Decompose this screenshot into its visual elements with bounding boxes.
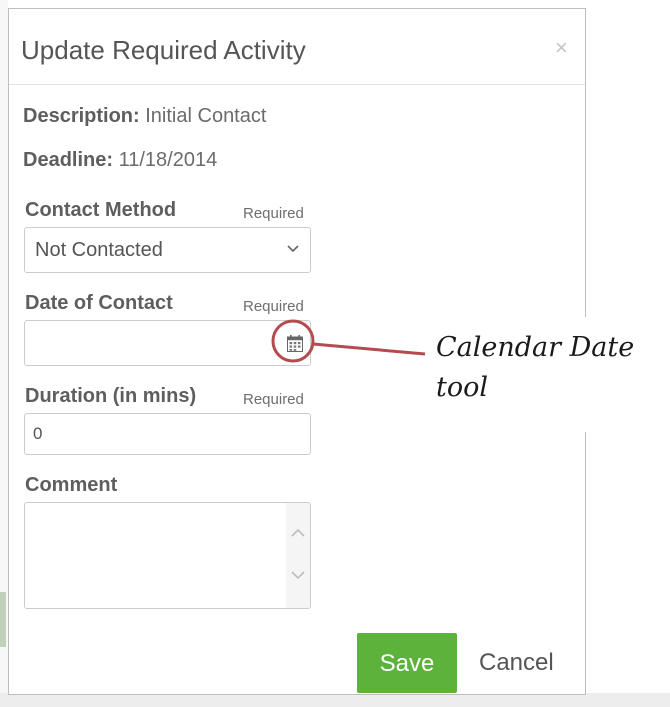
duration-value: 0 (33, 424, 43, 443)
contact-method-label: Contact Method (25, 199, 177, 221)
chevron-down-icon[interactable] (290, 567, 306, 583)
date-of-contact-required: Required (243, 298, 304, 315)
cancel-button[interactable]: Cancel (479, 647, 554, 679)
date-of-contact-label: Date of Contact (25, 292, 173, 314)
deadline-value: 11/18/2014 (118, 149, 218, 171)
save-button[interactable]: Save (357, 633, 457, 693)
deadline-label: Deadline: (23, 149, 114, 171)
modal-title: Update Required Activity (21, 35, 306, 65)
annotation-line-2: tool (436, 372, 488, 403)
annotation-text: Calendar Date tool (436, 328, 670, 408)
contact-method-select[interactable]: Not Contacted (24, 227, 311, 273)
annotation-line-1: Calendar Date (436, 332, 635, 363)
deadline-line: Deadline: 11/18/2014 (23, 148, 217, 172)
duration-label: Duration (in mins) (25, 385, 197, 407)
comment-scrollbar[interactable] (286, 503, 310, 608)
comment-label: Comment (25, 474, 118, 496)
chevron-down-icon (287, 245, 299, 253)
duration-input[interactable]: 0 (24, 413, 311, 455)
background-page-footer (0, 693, 670, 707)
contact-method-value: Not Contacted (35, 239, 163, 261)
description-line: Description: Initial Contact (23, 104, 266, 128)
modal-header: Update Required Activity × (9, 9, 585, 85)
comment-textarea[interactable] (24, 502, 311, 609)
close-icon[interactable]: × (555, 37, 568, 59)
chevron-up-icon[interactable] (290, 525, 306, 541)
calendar-icon[interactable] (287, 335, 303, 352)
background-page-accent (0, 592, 6, 647)
date-of-contact-input[interactable] (24, 320, 311, 366)
duration-required: Required (243, 391, 304, 408)
description-label: Description: (23, 105, 140, 127)
contact-method-required: Required (243, 205, 304, 222)
description-value: Initial Contact (145, 105, 267, 127)
